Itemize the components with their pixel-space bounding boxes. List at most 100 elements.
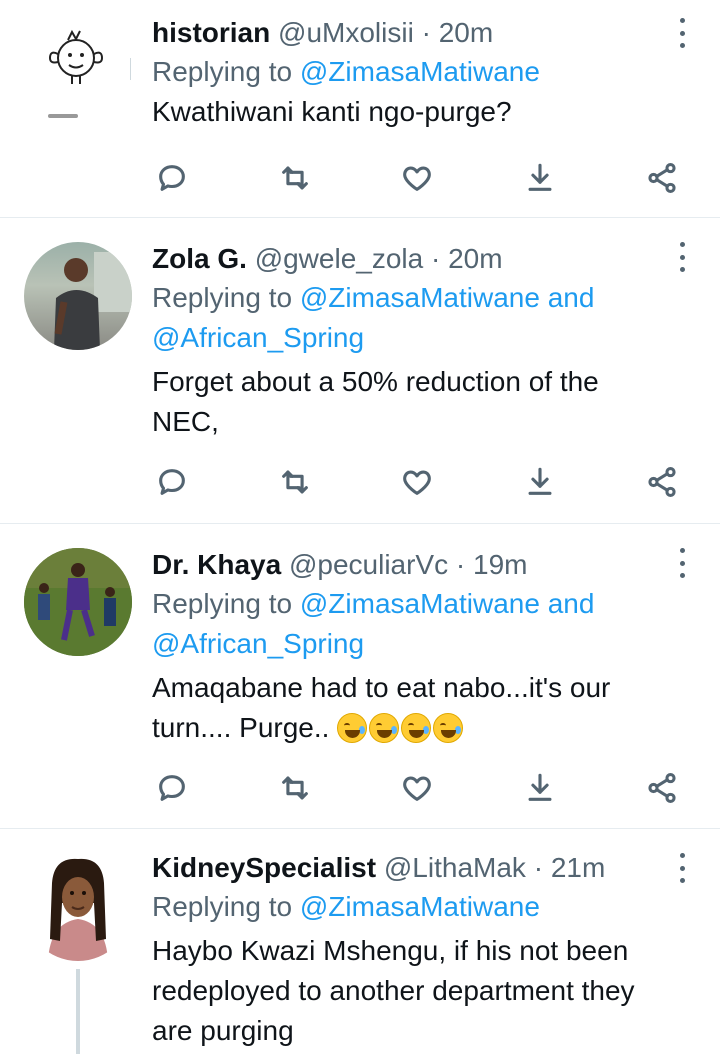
retweet-button[interactable] <box>275 768 315 808</box>
timestamp[interactable]: 20m <box>448 243 502 274</box>
download-button[interactable] <box>520 158 560 198</box>
retweet-icon <box>281 776 308 800</box>
action-bar <box>152 158 682 198</box>
share-button[interactable] <box>642 158 682 198</box>
thread-divider-mark <box>130 58 131 80</box>
reply-button[interactable] <box>152 768 192 808</box>
rolling-on-floor-laughing-icon <box>337 713 368 743</box>
download-icon <box>528 773 551 801</box>
tweet-text-line: Amaqabane had to eat nabo...it's our <box>152 672 611 703</box>
replying-to-label: Replying to <box>152 588 293 619</box>
tweet-text-line: Haybo Kwazi Mshengu, if his not been <box>152 935 629 966</box>
avatar[interactable] <box>24 548 132 656</box>
heart-icon <box>403 470 431 495</box>
display-name[interactable]: historian <box>152 17 270 48</box>
download-button[interactable] <box>520 462 560 502</box>
dot-separator: · <box>533 852 544 883</box>
retweet-button[interactable] <box>275 462 315 502</box>
avatar-photo-image <box>48 858 108 961</box>
tweet-text-line: redeployed to another department they <box>152 975 635 1006</box>
rolling-on-floor-laughing-icon <box>401 713 432 743</box>
tweet-header: Zola G. @gwele_zola · 20m <box>152 242 670 276</box>
display-name[interactable]: Zola G. <box>152 243 247 274</box>
tweet-text-line: Kwathiwani kanti ngo-purge? <box>152 96 512 127</box>
avatar[interactable] <box>24 853 132 961</box>
replying-to: Replying to @ZimasaMatiwane and @African… <box>152 584 670 664</box>
replying-to-label: Replying to <box>152 282 293 313</box>
replying-to-label: Replying to <box>152 891 293 922</box>
tweet-content: Zola G. @gwele_zola · 20m Replying to @Z… <box>152 242 670 442</box>
handle[interactable]: @gwele_zola <box>255 243 424 274</box>
handle[interactable]: @peculiarVc <box>289 549 448 580</box>
tweet[interactable]: KidneySpecialist @LithaMak · 21m Replyin… <box>0 829 720 1054</box>
timestamp[interactable]: 20m <box>439 17 493 48</box>
display-name[interactable]: KidneySpecialist <box>152 852 376 883</box>
mention-link[interactable]: @African_Spring <box>152 322 364 353</box>
handle[interactable]: @uMxolisii <box>278 17 414 48</box>
tweet-text: Amaqabane had to eat nabo...it's our tur… <box>152 668 670 748</box>
more-options-icon[interactable] <box>678 242 686 272</box>
tweet-text-line: NEC, <box>152 406 219 437</box>
download-icon <box>528 163 551 191</box>
share-button[interactable] <box>642 462 682 502</box>
avatar-photo-image <box>54 252 132 350</box>
like-button[interactable] <box>397 462 437 502</box>
timestamp[interactable]: 19m <box>473 549 527 580</box>
reply-button[interactable] <box>152 158 192 198</box>
mention-link[interactable]: @ZimasaMatiwane <box>300 56 540 87</box>
tweet-text: Kwathiwani kanti ngo-purge? <box>152 92 670 132</box>
thread-connector-line <box>76 969 80 1054</box>
reply-icon <box>159 469 185 495</box>
download-button[interactable] <box>520 768 560 808</box>
mention-link[interactable]: @ZimasaMatiwane <box>300 282 540 313</box>
replying-to: Replying to @ZimasaMatiwane <box>152 887 670 927</box>
like-button[interactable] <box>397 768 437 808</box>
small-caption <box>48 114 78 118</box>
reply-icon <box>159 165 185 191</box>
avatar[interactable] <box>24 242 132 350</box>
dot-separator: · <box>421 17 431 48</box>
retweet-icon <box>281 470 308 494</box>
action-bar <box>152 462 682 502</box>
handle[interactable]: @LithaMak <box>384 852 526 883</box>
tears-of-joy-icon <box>433 713 464 743</box>
tweet-content: historian @uMxolisii · 20m Replying to @… <box>152 16 670 132</box>
download-icon <box>528 467 551 495</box>
retweet-button[interactable] <box>275 158 315 198</box>
action-bar <box>152 768 682 808</box>
tweet[interactable]: Dr. Khaya @peculiarVc · 19m Replying to … <box>0 524 720 829</box>
mention-link[interactable]: @African_Spring <box>152 628 364 659</box>
display-name[interactable]: Dr. Khaya <box>152 549 281 580</box>
replying-to: Replying to @ZimasaMatiwane and @African… <box>152 278 670 358</box>
heart-icon <box>403 776 431 801</box>
replying-to-label: Replying to <box>152 56 293 87</box>
like-button[interactable] <box>397 158 437 198</box>
share-icon <box>648 466 676 498</box>
tweet-content: Dr. Khaya @peculiarVc · 19m Replying to … <box>152 548 670 748</box>
more-options-icon[interactable] <box>678 548 686 578</box>
more-options-icon[interactable] <box>678 18 686 48</box>
reply-icon <box>159 775 185 801</box>
mention-link[interactable]: @ZimasaMatiwane <box>300 891 540 922</box>
share-button[interactable] <box>642 768 682 808</box>
replying-to-and[interactable]: and <box>548 282 595 313</box>
reply-button[interactable] <box>152 462 192 502</box>
tweet-text-line: turn.... Purge.. <box>152 712 330 743</box>
share-icon <box>648 162 676 194</box>
retweet-icon <box>281 166 308 190</box>
mention-link[interactable]: @ZimasaMatiwane <box>300 588 540 619</box>
dot-separator: · <box>455 549 466 580</box>
tweet-header: KidneySpecialist @LithaMak · 21m <box>152 851 670 885</box>
more-options-icon[interactable] <box>678 853 686 883</box>
replying-to-and[interactable]: and <box>548 588 595 619</box>
avatar[interactable] <box>24 10 132 118</box>
dot-separator: · <box>431 243 441 274</box>
tweet[interactable]: historian @uMxolisii · 20m Replying to @… <box>0 0 720 218</box>
share-icon <box>648 772 676 804</box>
avatar-sketch-image <box>48 29 104 84</box>
tweet[interactable]: Zola G. @gwele_zola · 20m Replying to @Z… <box>0 218 720 524</box>
timestamp[interactable]: 21m <box>551 852 605 883</box>
tweet-header: Dr. Khaya @peculiarVc · 19m <box>152 548 670 582</box>
tweet-text-line: are purging <box>152 1015 294 1046</box>
avatar-photo-image <box>24 548 132 656</box>
